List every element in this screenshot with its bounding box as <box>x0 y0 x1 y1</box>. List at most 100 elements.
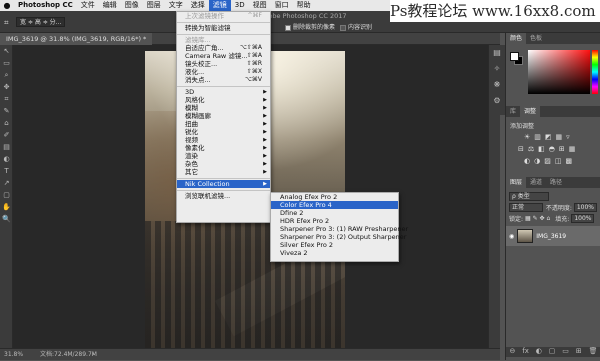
nik-item-color-efex-pro-4[interactable]: Color Efex Pro 4 <box>271 201 398 209</box>
tab-layers[interactable]: 图层 <box>506 177 527 188</box>
layers-footer-icon-3[interactable]: ▢ <box>549 347 556 357</box>
tool-icon-7[interactable]: ✐ <box>0 129 13 141</box>
filter-menu-item-17[interactable]: 视频 ▶ <box>177 136 270 144</box>
tab-adjustments[interactable]: 调整 <box>520 106 541 117</box>
filter-menu-item-12[interactable]: 风格化 ▶ <box>177 96 270 104</box>
adjustment-icon[interactable]: ▩ <box>565 157 572 165</box>
tool-icon-6[interactable]: ⌂ <box>0 117 13 129</box>
tool-icon-3[interactable]: ✥ <box>0 81 13 93</box>
adjustment-icon[interactable]: ◐ <box>524 157 530 165</box>
menu-edit[interactable]: 编辑 <box>99 0 121 11</box>
filter-menu-item-6[interactable]: Camera Raw 滤镜... ⇧⌘A <box>177 52 270 60</box>
adjustment-icon[interactable]: ☀ <box>524 133 530 141</box>
zoom-level[interactable]: 31.8% <box>4 349 23 361</box>
content-aware-checkbox[interactable]: 内容识别 <box>340 22 372 31</box>
nik-item-sharpener-pro-3-1-raw-presharpener[interactable]: Sharpener Pro 3: (1) RAW Presharpener <box>271 225 408 233</box>
foreground-color-swatch[interactable] <box>510 52 519 61</box>
menu-layer[interactable]: 图层 <box>143 0 165 11</box>
menu-type[interactable]: 文字 <box>165 0 187 11</box>
panel-toggle-icon-2[interactable]: ❋ <box>489 77 505 93</box>
tab-paths[interactable]: 路径 <box>546 177 566 188</box>
filter-menu-item-7[interactable]: 镜头校正... ⇧⌘R <box>177 60 270 68</box>
panel-toggle-icon-3[interactable]: ⚙ <box>489 93 505 109</box>
layers-footer-icon-2[interactable]: ◐ <box>536 347 542 357</box>
adjustment-icon[interactable]: ◩ <box>545 133 552 141</box>
filter-menu-item-8[interactable]: 液化... ⇧⌘X <box>177 68 270 76</box>
menu-help[interactable]: 帮助 <box>293 0 315 11</box>
tool-icon-1[interactable]: ▭ <box>0 57 13 69</box>
filter-menu-item-14[interactable]: 模糊画廊 ▶ <box>177 112 270 120</box>
menu-image[interactable]: 图像 <box>121 0 143 11</box>
filter-menu-item-9[interactable]: 消失点... ⌥⌘V <box>177 76 270 84</box>
menu-3d[interactable]: 3D <box>231 0 249 11</box>
nik-item-sharpener-pro-3-2-output-sharpener[interactable]: Sharpener Pro 3: (2) Output Sharpener <box>271 233 406 241</box>
adjustment-icon[interactable]: ▿ <box>566 133 570 141</box>
layers-footer-icon-0[interactable]: ⊖ <box>509 347 515 357</box>
filter-menu-item-21[interactable]: 其它 ▶ <box>177 168 270 176</box>
layers-footer-icon-6[interactable]: 🗑 <box>589 347 598 357</box>
document-tab[interactable]: IMG_3619 @ 31.8% (IMG_3619, RGB/16*) * <box>0 33 153 45</box>
panel-toggle-icon-1[interactable]: ✧ <box>489 61 505 77</box>
apple-icon[interactable]: ● <box>0 1 14 10</box>
hue-slider[interactable] <box>592 50 598 94</box>
tool-icon-5[interactable]: ✎ <box>0 105 13 117</box>
adjustment-icon[interactable]: ◑ <box>534 157 540 165</box>
adjustment-icon[interactable]: ⊞ <box>559 145 565 153</box>
tool-icon-9[interactable]: ◐ <box>0 153 13 165</box>
tool-icon-13[interactable]: ✋ <box>0 201 13 213</box>
tool-icon-12[interactable]: ▢ <box>0 189 13 201</box>
tab-color[interactable]: 颜色 <box>506 33 527 44</box>
layer-kind-filter[interactable]: ρ 类型 <box>509 192 549 201</box>
layers-footer-icon-4[interactable]: ▭ <box>562 347 569 357</box>
blend-mode-select[interactable]: 正常 <box>509 203 543 212</box>
nik-item-viveza-2[interactable]: Viveza 2 <box>271 249 398 257</box>
tool-icon-10[interactable]: T <box>0 165 13 177</box>
tool-icon-4[interactable]: ⌗ <box>0 93 13 105</box>
nik-item-analog-efex-pro-2[interactable]: Analog Efex Pro 2 <box>271 193 398 201</box>
nik-item-dfine-2[interactable]: Dfine 2 <box>271 209 398 217</box>
tool-icon-8[interactable]: ▤ <box>0 141 13 153</box>
nik-item-hdr-efex-pro-2[interactable]: HDR Efex Pro 2 <box>271 217 398 225</box>
filter-menu-item-13[interactable]: 模糊 ▶ <box>177 104 270 112</box>
tool-icon-0[interactable]: ↖ <box>0 45 13 57</box>
fill-input[interactable]: 100% <box>571 214 595 223</box>
menu-filter[interactable]: 滤镜 <box>208 0 231 11</box>
adjustment-icon[interactable]: ▦ <box>569 145 576 153</box>
tool-icon-2[interactable]: ⌕ <box>0 69 13 81</box>
delete-cropped-checkbox[interactable]: 删除裁剪的像素 <box>285 22 335 31</box>
tool-icon-14[interactable]: 🔍 <box>0 213 13 225</box>
layer-row[interactable]: ◉ IMG_3619 <box>506 226 600 246</box>
menu-file[interactable]: 文件 <box>77 0 99 11</box>
tab-channels[interactable]: 通道 <box>526 177 546 188</box>
filter-menu-item-2[interactable]: 转换为智能滤镜 <box>177 24 270 32</box>
adjustment-icon[interactable]: ⚖ <box>528 145 534 153</box>
filter-menu-item-20[interactable]: 杂色 ▶ <box>177 160 270 168</box>
menu-select[interactable]: 选择 <box>187 0 209 11</box>
adjustment-icon[interactable]: ⊟ <box>518 145 524 153</box>
filter-menu-item-15[interactable]: 扭曲 ▶ <box>177 120 270 128</box>
crop-tool-icon[interactable]: ⌗ <box>4 18 9 28</box>
panel-toggle-icon-0[interactable]: ▤ <box>489 45 505 61</box>
layers-footer-icon-5[interactable]: ⊞ <box>576 347 582 357</box>
filter-menu-item-25[interactable]: 浏览联机滤镜... <box>177 192 270 200</box>
tab-swatches[interactable]: 色板 <box>526 33 546 44</box>
adjustment-icon[interactable]: ◧ <box>538 145 545 153</box>
adjustment-icon[interactable]: ▥ <box>534 133 541 141</box>
adjustment-icon[interactable]: ◫ <box>555 157 562 165</box>
adjustment-icon[interactable]: ▨ <box>544 157 551 165</box>
filter-menu-item-5[interactable]: 自适应广角... ⌥⇧⌘A <box>177 44 270 52</box>
status-arrow-icon[interactable]: › <box>92 349 94 361</box>
layers-footer-icon-1[interactable]: fx <box>522 347 529 357</box>
layer-name[interactable]: IMG_3619 <box>536 233 566 240</box>
opacity-input[interactable]: 100% <box>573 203 597 212</box>
menu-photoshop[interactable]: Photoshop CC <box>14 0 77 11</box>
document-info[interactable]: 文档:72.4M/289.7M <box>40 349 97 361</box>
tool-icon-11[interactable]: ↗ <box>0 177 13 189</box>
menu-view[interactable]: 视图 <box>249 0 271 11</box>
filter-menu-item-16[interactable]: 锐化 ▶ <box>177 128 270 136</box>
adjustment-icon[interactable]: ◓ <box>549 145 555 153</box>
adjustment-icon[interactable]: ▦ <box>556 133 563 141</box>
nik-item-silver-efex-pro-2[interactable]: Silver Efex Pro 2 <box>271 241 398 249</box>
color-field[interactable] <box>528 50 590 94</box>
filter-menu-item-23[interactable]: Nik Collection ▶ <box>177 180 270 188</box>
